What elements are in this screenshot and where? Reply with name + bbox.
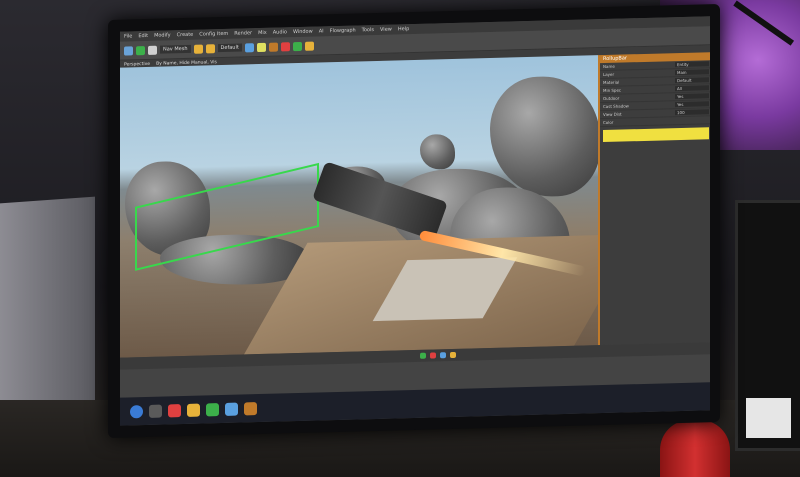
taskbar-app-icon[interactable] bbox=[225, 402, 238, 416]
menu-ai[interactable]: AI bbox=[319, 28, 324, 34]
taskbar-app-icon[interactable] bbox=[149, 404, 162, 418]
status-icon[interactable] bbox=[450, 351, 456, 359]
color-swatch[interactable] bbox=[603, 127, 709, 143]
menu-create[interactable]: Create bbox=[177, 32, 194, 38]
menu-window[interactable]: Window bbox=[293, 29, 313, 36]
navmesh-field[interactable]: Nav Mesh bbox=[160, 44, 191, 54]
editor-window: File Edit Modify Create Config Item Rend… bbox=[120, 16, 710, 426]
secondary-device bbox=[735, 200, 800, 451]
3d-viewport[interactable] bbox=[120, 55, 598, 358]
move-icon[interactable] bbox=[136, 45, 145, 55]
monitor: File Edit Modify Create Config Item Rend… bbox=[108, 3, 720, 439]
terrain-icon[interactable] bbox=[268, 42, 278, 52]
os-taskbar bbox=[120, 381, 710, 426]
physics-icon[interactable] bbox=[244, 42, 254, 52]
snap-icon[interactable] bbox=[193, 44, 203, 54]
light-icon[interactable] bbox=[256, 42, 266, 52]
menu-help[interactable]: Help bbox=[398, 26, 409, 32]
rotate-icon[interactable] bbox=[148, 45, 157, 55]
entity-icon[interactable] bbox=[304, 41, 314, 51]
taskbar-app-icon[interactable] bbox=[168, 403, 181, 417]
ai-icon[interactable] bbox=[280, 41, 290, 51]
start-icon[interactable] bbox=[130, 404, 143, 418]
rock bbox=[420, 133, 455, 170]
play-icon[interactable] bbox=[292, 41, 302, 51]
color-row: Color bbox=[600, 116, 710, 128]
photo-scene: File Edit Modify Create Config Item Rend… bbox=[0, 0, 800, 477]
menu-view[interactable]: View bbox=[380, 27, 392, 33]
select-icon[interactable] bbox=[124, 45, 133, 56]
soda-can bbox=[660, 420, 730, 477]
status-icon[interactable] bbox=[420, 352, 426, 359]
layer-field[interactable]: Default bbox=[217, 43, 242, 53]
menu-edit[interactable]: Edit bbox=[138, 33, 148, 39]
properties-panel: RollupBar Name Entity Layer Main Material D… bbox=[598, 52, 710, 346]
status-icon[interactable] bbox=[430, 352, 436, 359]
grid-icon[interactable] bbox=[205, 43, 215, 53]
status-icon[interactable] bbox=[440, 352, 446, 359]
taskbar-app-icon[interactable] bbox=[206, 402, 219, 416]
menu-config[interactable]: Config Item bbox=[199, 31, 228, 38]
menu-audio[interactable]: Audio bbox=[273, 29, 287, 35]
taskbar-app-icon[interactable] bbox=[187, 403, 200, 417]
menu-render[interactable]: Render bbox=[234, 30, 252, 36]
menu-file[interactable]: File bbox=[124, 33, 132, 39]
menu-mix[interactable]: Mix bbox=[258, 30, 267, 36]
menu-flowgraph[interactable]: Flowgraph bbox=[330, 28, 356, 35]
menu-modify[interactable]: Modify bbox=[154, 32, 171, 38]
taskbar-app-icon[interactable] bbox=[244, 401, 257, 415]
menu-tools[interactable]: Tools bbox=[362, 27, 374, 33]
secondary-screen bbox=[746, 398, 791, 438]
